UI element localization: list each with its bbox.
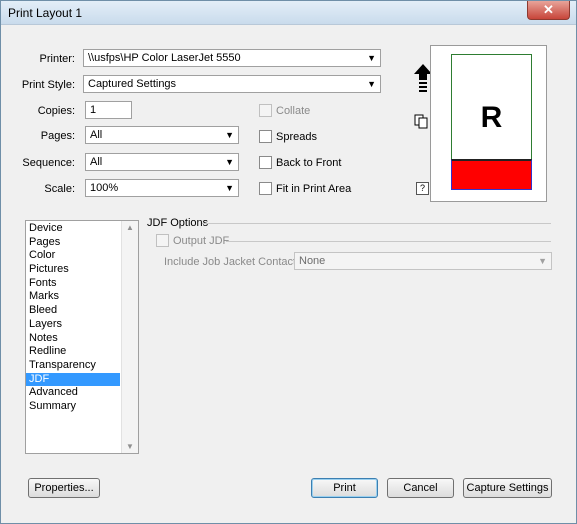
list-item[interactable]: Color	[26, 249, 120, 263]
print-dialog: Print Layout 1 ✕ Printer: \\usfps\HP Col…	[0, 0, 577, 524]
list-item[interactable]: Marks	[26, 290, 120, 304]
output-jdf-checkbox[interactable]: Output JDF	[156, 234, 229, 247]
collate-label: Collate	[276, 104, 311, 117]
pages-value: All	[90, 129, 103, 141]
pages-select[interactable]: All ▼	[85, 126, 239, 144]
fit-in-print-area-checkbox[interactable]: Fit in Print Area	[259, 182, 351, 195]
spreads-checkbox[interactable]: Spreads	[259, 130, 317, 143]
output-jdf-label: Output JDF	[173, 234, 230, 247]
preview-bleed-area	[451, 159, 532, 190]
job-jacket-contact-select[interactable]: None ▼	[294, 252, 552, 270]
chevron-down-icon: ▼	[367, 53, 376, 63]
chevron-down-icon: ▼	[225, 130, 234, 140]
printer-value: \\usfps\HP Color LaserJet 5550	[88, 52, 241, 64]
checkbox-box	[259, 182, 272, 195]
preview-letter: R	[480, 101, 503, 134]
sequence-select[interactable]: All ▼	[85, 153, 239, 171]
settings-category-list[interactable]: Device Pages Color Pictures Fonts Marks Bleed L…	[25, 220, 139, 454]
scroll-down-icon[interactable]: ▼	[122, 442, 138, 451]
print-button[interactable]: Print	[311, 478, 378, 498]
checkbox-box	[259, 104, 272, 117]
print-style-label: Print Style:	[21, 79, 75, 91]
list-item[interactable]: Summary	[26, 400, 120, 414]
copies-value: 1	[90, 104, 97, 116]
pages-label: Pages:	[40, 130, 75, 142]
list-item[interactable]: Pictures	[26, 263, 120, 277]
print-style-value: Captured Settings	[88, 78, 177, 90]
list-item[interactable]: Layers	[26, 318, 120, 332]
chevron-down-icon: ▼	[538, 256, 547, 266]
list-item[interactable]: Bleed	[26, 304, 120, 318]
fit-in-print-area-label: Fit in Print Area	[276, 182, 352, 195]
copy-pages-icon[interactable]	[414, 114, 430, 130]
capture-settings-button[interactable]: Capture Settings	[463, 478, 552, 498]
chevron-down-icon: ▼	[225, 183, 234, 193]
preview-page: R	[451, 54, 532, 161]
list-item[interactable]: Device	[26, 222, 120, 236]
title-bar: Print Layout 1 ✕	[1, 1, 576, 25]
help-glyph: ?	[419, 183, 425, 193]
scroll-up-icon[interactable]: ▲	[122, 223, 138, 232]
list-item[interactable]: Transparency	[26, 359, 120, 373]
help-icon[interactable]: ?	[416, 182, 429, 195]
scale-select[interactable]: 100% ▼	[85, 179, 239, 197]
checkbox-box	[156, 234, 169, 247]
window-title: Print Layout 1	[8, 6, 83, 20]
printer-select[interactable]: \\usfps\HP Color LaserJet 5550 ▼	[83, 49, 381, 67]
chevron-down-icon: ▼	[367, 79, 376, 89]
close-icon: ✕	[543, 2, 554, 17]
list-item[interactable]: Advanced	[26, 386, 120, 400]
list-item[interactable]: JDF	[26, 372, 120, 387]
list-items: Device Pages Color Pictures Fonts Marks Bleed L…	[26, 222, 120, 414]
properties-button[interactable]: Properties...	[28, 478, 100, 498]
spreads-label: Spreads	[276, 130, 317, 143]
sequence-value: All	[90, 156, 103, 168]
page-preview: R	[430, 45, 547, 202]
job-jacket-contact-label: Include Job Jacket Contact:	[164, 256, 300, 268]
list-scrollbar[interactable]: ▲ ▼	[121, 221, 138, 453]
cancel-button[interactable]: Cancel	[387, 478, 454, 498]
collate-checkbox[interactable]: Collate	[259, 104, 310, 117]
chevron-down-icon: ▼	[225, 157, 234, 167]
scale-label: Scale:	[44, 183, 75, 195]
job-jacket-contact-value: None	[299, 255, 326, 267]
sequence-label: Sequence:	[22, 157, 75, 169]
group-divider	[202, 223, 551, 224]
copies-label: Copies:	[37, 105, 75, 117]
back-to-front-checkbox[interactable]: Back to Front	[259, 156, 341, 169]
list-item[interactable]: Notes	[26, 332, 120, 346]
list-item[interactable]: Pages	[26, 236, 120, 250]
checkbox-box	[259, 130, 272, 143]
printer-label: Printer:	[39, 53, 75, 65]
close-button[interactable]: ✕	[527, 1, 570, 20]
checkbox-box	[259, 156, 272, 169]
jdf-options-title: JDF Options	[147, 217, 209, 229]
list-item[interactable]: Fonts	[26, 277, 120, 291]
print-style-select[interactable]: Captured Settings ▼	[83, 75, 381, 93]
scale-value: 100%	[90, 182, 119, 194]
copies-field[interactable]: 1	[85, 101, 132, 119]
list-item[interactable]: Redline	[26, 345, 120, 359]
back-to-front-label: Back to Front	[276, 156, 342, 169]
group-divider	[226, 241, 551, 242]
